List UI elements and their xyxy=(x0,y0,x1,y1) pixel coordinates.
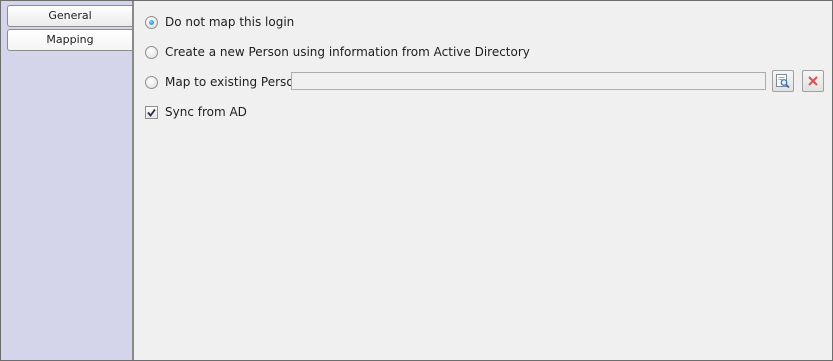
sync-from-ad-checkbox[interactable] xyxy=(145,105,158,119)
option-do-not-map[interactable]: Do not map this login xyxy=(145,13,294,31)
mapping-panel: Do not map this login Create a new Perso… xyxy=(134,1,832,360)
option-map-existing-person[interactable]: Map to existing Person xyxy=(145,73,301,91)
checkmark-icon xyxy=(147,108,156,117)
map-existing-person-label: Map to existing Person xyxy=(165,75,302,89)
do-not-map-label: Do not map this login xyxy=(165,15,295,29)
tab-general-label: General xyxy=(48,9,92,22)
sidebar: General Mapping xyxy=(1,1,134,360)
browse-person-button[interactable] xyxy=(772,70,794,92)
do-not-map-radio[interactable] xyxy=(145,15,158,29)
create-new-person-label: Create a new Person using information fr… xyxy=(165,45,530,59)
mapping-window: General Mapping Do not map this login Cr… xyxy=(0,0,833,361)
clear-icon xyxy=(808,76,818,86)
create-new-person-radio[interactable] xyxy=(145,45,158,59)
browse-icon xyxy=(776,74,790,89)
option-create-new-person[interactable]: Create a new Person using information fr… xyxy=(145,43,530,61)
option-sync-from-ad[interactable]: Sync from AD xyxy=(145,103,247,121)
tab-mapping-label: Mapping xyxy=(46,33,94,46)
tab-general[interactable]: General xyxy=(7,5,132,27)
clear-person-button[interactable] xyxy=(802,70,824,92)
sync-from-ad-label: Sync from AD xyxy=(165,105,247,119)
map-existing-person-radio[interactable] xyxy=(145,75,158,89)
existing-person-field[interactable] xyxy=(291,72,766,90)
radio-selected-dot xyxy=(149,19,154,25)
tab-mapping[interactable]: Mapping xyxy=(7,29,132,51)
